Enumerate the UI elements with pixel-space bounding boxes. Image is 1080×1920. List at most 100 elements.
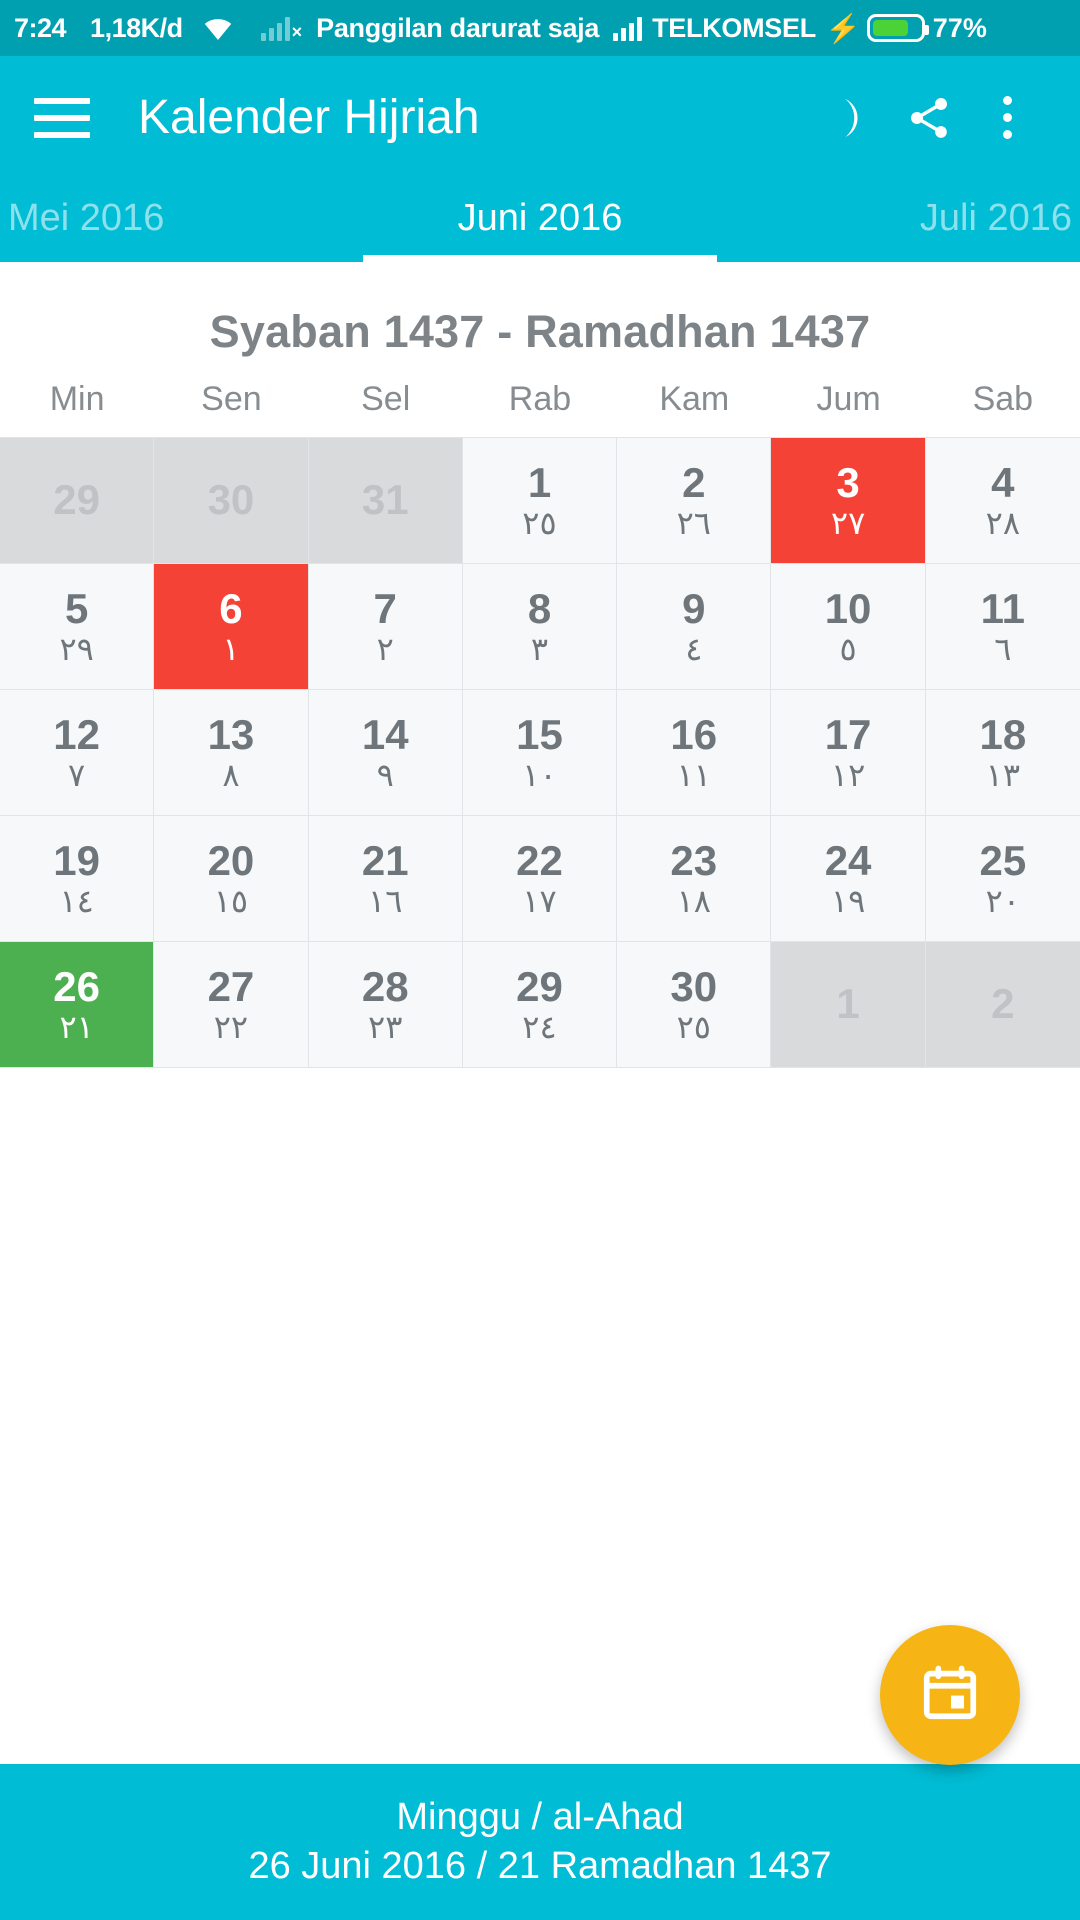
gregorian-day-number: 30 [670, 962, 718, 1010]
gregorian-day-number: 10 [824, 584, 872, 632]
gregorian-day-number: 29 [516, 962, 563, 1010]
weekday-label-jum: Jum [816, 380, 881, 418]
gregorian-day-number: 12 [53, 710, 100, 758]
calendar-day-cell[interactable]: 15 ١٠ [462, 690, 618, 816]
calendar-day-cell[interactable]: 21 ١٦ [308, 816, 463, 942]
weekday-label-sel: Sel [361, 380, 411, 418]
hijri-day-number: ١٧ [522, 882, 557, 919]
calendar-day-cell[interactable]: 31 [308, 438, 463, 564]
hijri-day-number: ٤ [685, 630, 703, 667]
calendar-day-cell[interactable]: 8٣ [462, 564, 618, 690]
calendar-day-cell[interactable]: 13 ٨ [154, 690, 309, 816]
calendar-day-cell[interactable]: 28 ٢٣ [308, 942, 463, 1068]
calendar-day-cell[interactable]: 25 ٢٠ [925, 816, 1080, 942]
gregorian-day-number: 23 [670, 836, 718, 884]
calendar-day-cell[interactable]: 24 ١٩ [771, 816, 926, 942]
hijri-day-number: ٢٤ [522, 1008, 557, 1045]
weekday-label-sab: Sab [972, 380, 1034, 418]
hijri-day-number: ١٢ [830, 756, 866, 793]
today-fab-button[interactable] [880, 1625, 1020, 1765]
wifi-icon [201, 15, 235, 42]
gregorian-day-number: 8 [527, 584, 552, 632]
hijri-day-number: ١٥ [213, 882, 249, 919]
hijri-day-number: ١٣ [985, 756, 1021, 793]
calendar-day-cell[interactable]: 20 ١٥ [154, 816, 309, 942]
status-bar-data-rate: 1,18K/d [90, 12, 183, 43]
hijri-day-number: ٦ [994, 630, 1012, 667]
calendar-day-cell[interactable]: 23 ١٨ [617, 816, 772, 942]
calendar-day-cell[interactable]: 11 ٦ [925, 564, 1080, 690]
calendar-today-icon [919, 1662, 981, 1729]
gregorian-day-number: 25 [979, 836, 1027, 884]
calendar-day-cell[interactable]: 19 ١٤ [0, 816, 155, 942]
hijri-day-number: ٢٩ [59, 630, 94, 667]
hijri-day-number: ٢٣ [368, 1008, 403, 1045]
calendar-day-cell[interactable]: 6١ [154, 564, 309, 690]
gregorian-day-number: 6 [219, 584, 243, 632]
calendar-day-cell[interactable]: 3 ٢٧ [771, 438, 926, 564]
gregorian-day-number: 18 [979, 710, 1027, 758]
selected-date-detail: 26 Juni 2016 / 21 Ramadhan 1437 [248, 1845, 832, 1887]
calendar-day-cell[interactable]: 2 [925, 942, 1080, 1068]
hijri-day-number: ٨ [222, 756, 240, 793]
gregorian-day-number: 4 [991, 458, 1015, 506]
battery-icon [866, 14, 929, 42]
calendar-day-cell[interactable]: 27 ٢٢ [154, 942, 309, 1068]
selected-date-bar: Minggu / al-Ahad 26 Juni 2016 / 21 Ramad… [0, 1764, 1080, 1920]
app-bar: Kalender Hijriah [0, 56, 1080, 179]
gregorian-day-number: 3 [836, 458, 860, 506]
selected-day-name: Minggu / al-Ahad [396, 1796, 684, 1838]
calendar-day-cell[interactable]: 29 [0, 438, 155, 564]
signal-bars-dim-icon: × [260, 15, 302, 41]
page-title: Kalender Hijriah [138, 91, 480, 144]
overflow-menu-icon[interactable] [968, 79, 1046, 157]
calendar-day-cell[interactable]: 10 ٥ [771, 564, 926, 690]
calendar-day-cell[interactable]: 9٤ [617, 564, 772, 690]
hijri-day-number: ٧ [68, 756, 86, 793]
moon-icon[interactable] [812, 79, 890, 157]
tab-previous-month[interactable]: Mei 2016 [0, 197, 363, 262]
calendar-day-cell[interactable]: 12 ٧ [0, 690, 155, 816]
gregorian-day-number: 29 [53, 476, 100, 524]
hamburger-menu-icon[interactable] [34, 97, 90, 138]
calendar-day-cell[interactable]: 4 ٢٨ [925, 438, 1080, 564]
gregorian-day-number: 15 [516, 710, 563, 758]
tab-current-month[interactable]: Juni 2016 [362, 197, 718, 262]
gregorian-day-number: 28 [361, 962, 409, 1010]
hijri-day-number: ٢١ [59, 1008, 94, 1045]
gregorian-day-number: 22 [516, 836, 563, 884]
calendar-day-cell[interactable]: 29 ٢٤ [462, 942, 618, 1068]
calendar-day-cell[interactable]: 7٢ [308, 564, 463, 690]
calendar-day-cell[interactable]: 5 ٢٩ [0, 564, 155, 690]
charging-bolt-icon: ⚡ [825, 12, 861, 44]
calendar-day-cell[interactable]: 18 ١٣ [925, 690, 1080, 816]
tab-next-month[interactable]: Juli 2016 [717, 197, 1080, 262]
calendar-day-cell[interactable]: 1 ٢٥ [462, 438, 618, 564]
gregorian-day-number: 9 [682, 584, 706, 632]
calendar-day-cell[interactable]: 2 ٢٦ [617, 438, 772, 564]
calendar-day-cell[interactable]: 22 ١٧ [462, 816, 618, 942]
gregorian-day-number: 26 [53, 962, 100, 1010]
calendar-day-cell[interactable]: 14 ٩ [308, 690, 463, 816]
weekday-label-min: Min [49, 380, 105, 418]
calendar-day-cell[interactable]: 17 ١٢ [771, 690, 926, 816]
weekday-header-row: Min Sen Sel Rab Kam Jum Sab [0, 376, 1080, 437]
month-tab-strip: Mei 2016 Juni 2016 Juli 2016 [0, 179, 1080, 262]
calendar-day-cell[interactable]: 30 [154, 438, 309, 564]
calendar-day-cell[interactable]: 16 ١١ [617, 690, 772, 816]
hijri-day-number: ٢٥ [522, 504, 557, 541]
hijri-day-number: ١ [222, 630, 240, 667]
calendar-day-cell[interactable]: 26 ٢١ [0, 942, 155, 1068]
gregorian-day-number: 31 [361, 476, 409, 524]
hijri-day-number: ١٩ [830, 882, 866, 919]
weekday-label-rab: Rab [508, 380, 572, 418]
weekday-label-sen: Sen [201, 380, 262, 418]
share-icon[interactable] [890, 79, 968, 157]
gregorian-day-number: 30 [207, 476, 255, 524]
calendar-day-cell[interactable]: 1 [771, 942, 926, 1068]
hijri-day-number: ٢ [376, 630, 394, 667]
hijri-day-number: ١٠ [522, 756, 557, 793]
hijri-day-number: ١٨ [676, 882, 711, 919]
calendar-day-cell[interactable]: 30 ٢٥ [617, 942, 772, 1068]
hijri-day-number: ٢٥ [676, 1008, 711, 1045]
